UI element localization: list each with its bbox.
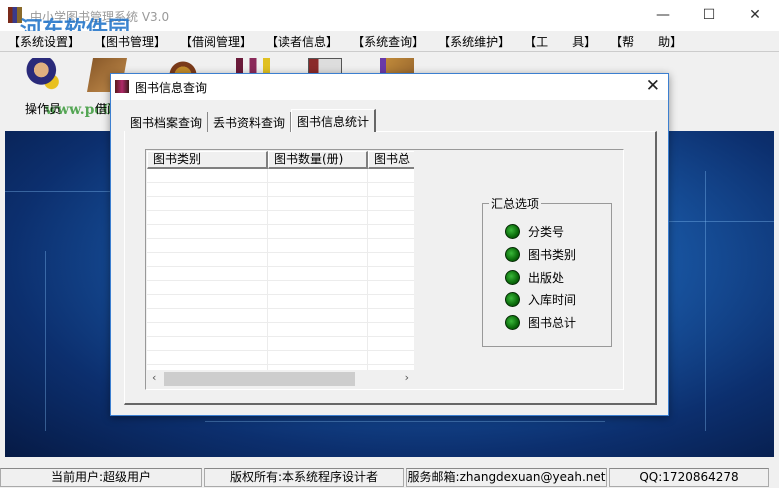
dialog-close-button[interactable]: ✕ [646, 76, 660, 96]
option-label: 分类号 [528, 225, 565, 239]
column-header[interactable]: 图书总 [368, 151, 414, 169]
horizontal-scrollbar[interactable]: ‹ › [147, 370, 414, 388]
menu-system-maintenance[interactable]: 【系统维护】 [438, 31, 524, 51]
tab-book-info-statistics[interactable]: 图书信息统计 [291, 109, 377, 132]
column-header[interactable]: 图书数量(册) [268, 151, 368, 169]
menu-borrow-management[interactable]: 【借阅管理】 [180, 31, 266, 51]
radio-icon[interactable] [505, 315, 520, 330]
scroll-right-icon[interactable]: › [405, 371, 409, 384]
radio-icon[interactable] [505, 292, 520, 307]
menu-system-settings[interactable]: 【系统设置】 [8, 31, 94, 51]
menu-bar: 【系统设置】 【图书管理】 【借阅管理】 【读者信息】 【系统查询】 【系统维护… [0, 31, 779, 51]
grid-divider [367, 169, 368, 370]
group-title: 汇总选项 [489, 195, 542, 212]
status-current-user: 当前用户:超级用户 [0, 468, 202, 487]
option-publisher[interactable]: 出版处 [505, 269, 564, 286]
option-classification-number[interactable]: 分类号 [505, 223, 564, 240]
minimize-button[interactable]: — [640, 0, 686, 31]
summary-options-group: 汇总选项 分类号 图书类别 出版处 入库时间 图书总计 [482, 195, 612, 347]
radio-icon[interactable] [505, 247, 520, 262]
grid-divider [267, 169, 268, 370]
option-label: 出版处 [528, 271, 565, 285]
menu-help[interactable]: 【帮 助】 [610, 31, 696, 51]
status-email: 服务邮箱:zhangdexuan@yeah.net [406, 468, 607, 487]
toolbar-operator-button[interactable]: 操作员 [18, 58, 68, 117]
stats-grid[interactable]: 图书类别 图书数量(册) 图书总 ‹ › [147, 151, 414, 388]
option-label: 入库时间 [528, 293, 577, 307]
option-storage-time[interactable]: 入库时间 [505, 291, 576, 308]
close-button[interactable]: ✕ [732, 0, 778, 31]
title-bar: 中小学图书管理系统 V3.0 河东软件园 — ☐ ✕ [0, 0, 779, 43]
option-book-total[interactable]: 图书总计 [505, 314, 576, 331]
dialog-title: 图书信息查询 [135, 81, 208, 95]
scroll-left-icon[interactable]: ‹ [152, 371, 156, 384]
column-header[interactable]: 图书类别 [147, 151, 268, 169]
menu-reader-info[interactable]: 【读者信息】 [266, 31, 352, 51]
option-book-category[interactable]: 图书类别 [505, 246, 576, 263]
menu-tools[interactable]: 【工 具】 [524, 31, 610, 51]
option-label: 图书类别 [528, 248, 577, 262]
chart-icon [115, 80, 129, 93]
dialog-title-bar: 图书信息查询 ✕ [111, 74, 668, 100]
tab-book-archive-query[interactable]: 图书档案查询 [125, 112, 209, 132]
operator-key-icon [26, 58, 60, 92]
menu-book-management[interactable]: 【图书管理】 [94, 31, 180, 51]
status-copyright: 版权所有:本系统程序设计者 [204, 468, 404, 487]
tab-strip: 图书档案查询 丢书资料查询 图书信息统计 [125, 109, 377, 132]
option-label: 图书总计 [528, 316, 577, 330]
status-qq: QQ:1720864278 [609, 468, 769, 487]
tab-lost-book-query[interactable]: 丢书资料查询 [208, 112, 292, 132]
book-info-query-dialog: 图书信息查询 ✕ 图书类别 图书数量(册) 图书总 ‹ › 汇总选项 分类号 图… [110, 73, 669, 416]
grid-rows [147, 169, 414, 370]
radio-icon[interactable] [505, 224, 520, 239]
scroll-thumb[interactable] [164, 372, 355, 386]
stats-frame: 图书类别 图书数量(册) 图书总 ‹ › 汇总选项 分类号 图书类别 出版处 入… [145, 149, 624, 390]
status-bar: 当前用户:超级用户 版权所有:本系统程序设计者 服务邮箱:zhangdexuan… [0, 468, 779, 488]
tab-panel: 图书类别 图书数量(册) 图书总 ‹ › 汇总选项 分类号 图书类别 出版处 入… [124, 131, 657, 405]
maximize-button[interactable]: ☐ [686, 0, 732, 31]
menu-system-query[interactable]: 【系统查询】 [352, 31, 438, 51]
radio-icon[interactable] [505, 270, 520, 285]
grid-header: 图书类别 图书数量(册) 图书总 [147, 151, 414, 169]
